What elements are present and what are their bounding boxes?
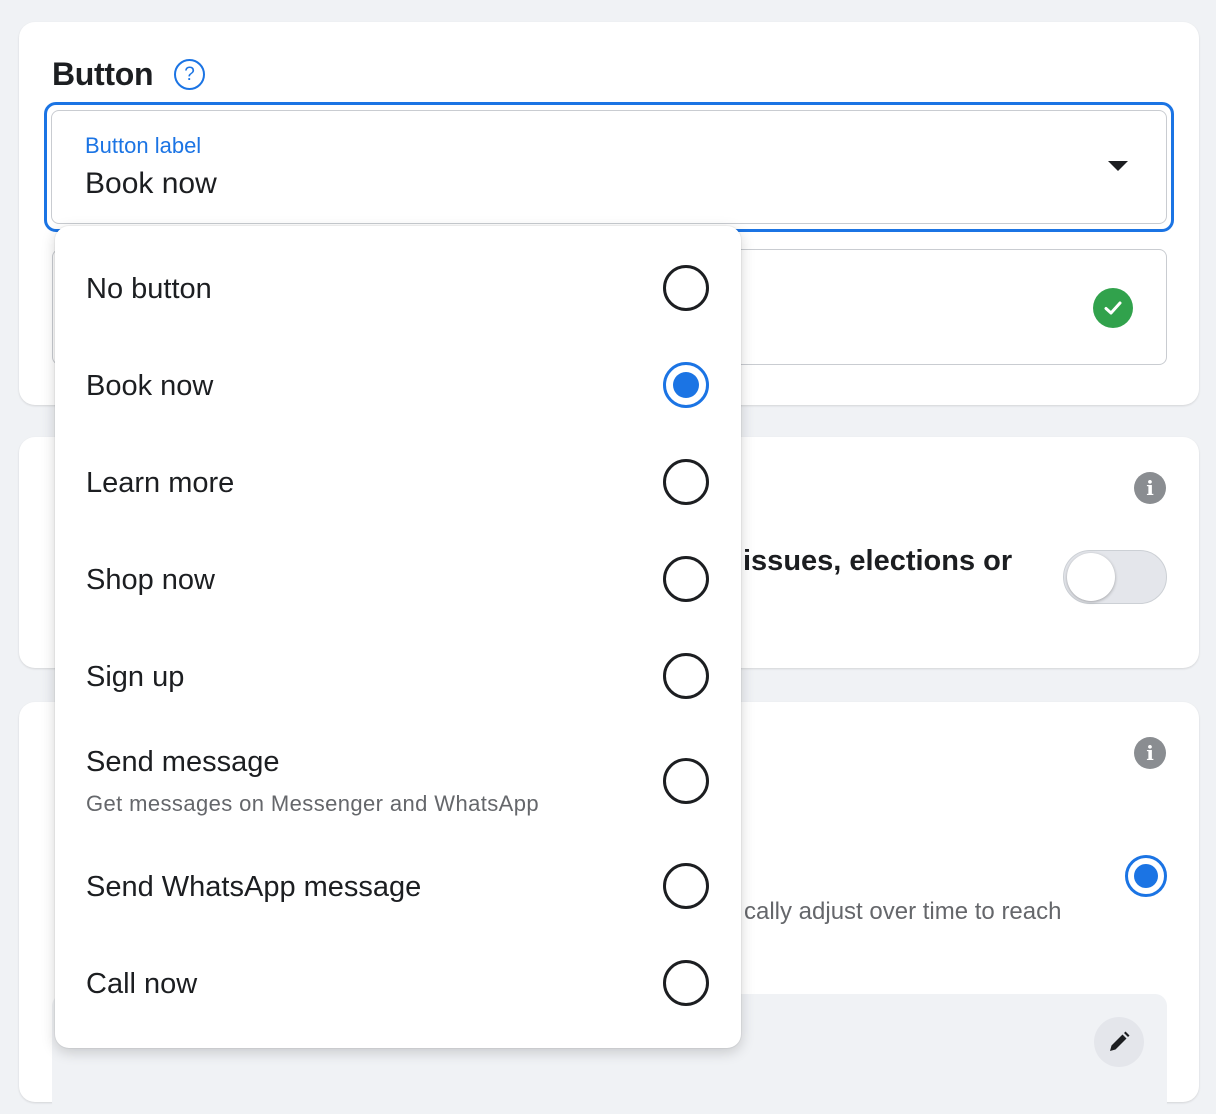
option-label: Learn more (86, 467, 235, 499)
radio-sign-up[interactable] (663, 653, 709, 699)
info-icon[interactable]: i (1134, 737, 1166, 769)
toggle-knob (1067, 553, 1115, 601)
option-send-whatsapp[interactable]: Send WhatsApp message (55, 850, 741, 947)
radio-shop-now[interactable] (663, 556, 709, 602)
select-value: Book now (85, 167, 217, 200)
radio-dot (673, 372, 699, 398)
option-label: Book now (86, 370, 214, 402)
radio-learn-more[interactable] (663, 459, 709, 505)
option-label: No button (86, 273, 212, 305)
button-label-select[interactable]: Button label Book now (44, 102, 1174, 232)
special-category-toggle[interactable] (1063, 550, 1167, 604)
option-label: Send message (86, 746, 280, 778)
radio-call-now[interactable] (663, 960, 709, 1006)
button-label-dropdown: No button Book now Learn more Shop now S… (55, 226, 741, 1048)
help-icon[interactable]: ? (174, 59, 205, 90)
option-label: Send WhatsApp message (86, 871, 422, 903)
info-icon[interactable]: i (1134, 472, 1166, 504)
issues-text: issues, elections or (743, 545, 1013, 577)
radio-send-message[interactable] (663, 758, 709, 804)
caret-down-icon[interactable] (1108, 161, 1128, 171)
option-learn-more[interactable]: Learn more (55, 435, 741, 532)
check-circle-icon (1093, 288, 1133, 328)
option-sign-up[interactable]: Sign up (55, 629, 741, 726)
option-label: Sign up (86, 661, 185, 693)
option-book-now[interactable]: Book now (55, 338, 741, 435)
adjust-text: cally adjust over time to reach (744, 898, 1062, 925)
option-sublabel: Get messages on Messenger and WhatsApp (86, 791, 539, 816)
option-label: Shop now (86, 564, 215, 596)
option-call-now[interactable]: Call now (55, 947, 741, 1044)
option-send-message[interactable]: Send message Get messages on Messenger a… (55, 726, 741, 850)
select-field[interactable]: Button label Book now (51, 110, 1167, 224)
audience-radio[interactable] (1125, 855, 1167, 897)
edit-button[interactable] (1094, 1017, 1144, 1067)
option-shop-now[interactable]: Shop now (55, 532, 741, 629)
pencil-icon (1110, 1031, 1130, 1051)
radio-book-now[interactable] (663, 362, 709, 408)
option-label: Call now (86, 968, 198, 1000)
radio-send-whatsapp[interactable] (663, 863, 709, 909)
option-no-button[interactable]: No button (55, 241, 741, 338)
section-title: Button (52, 56, 154, 92)
select-label: Button label (85, 133, 202, 158)
radio-dot (1134, 864, 1158, 888)
radio-no-button[interactable] (663, 265, 709, 311)
